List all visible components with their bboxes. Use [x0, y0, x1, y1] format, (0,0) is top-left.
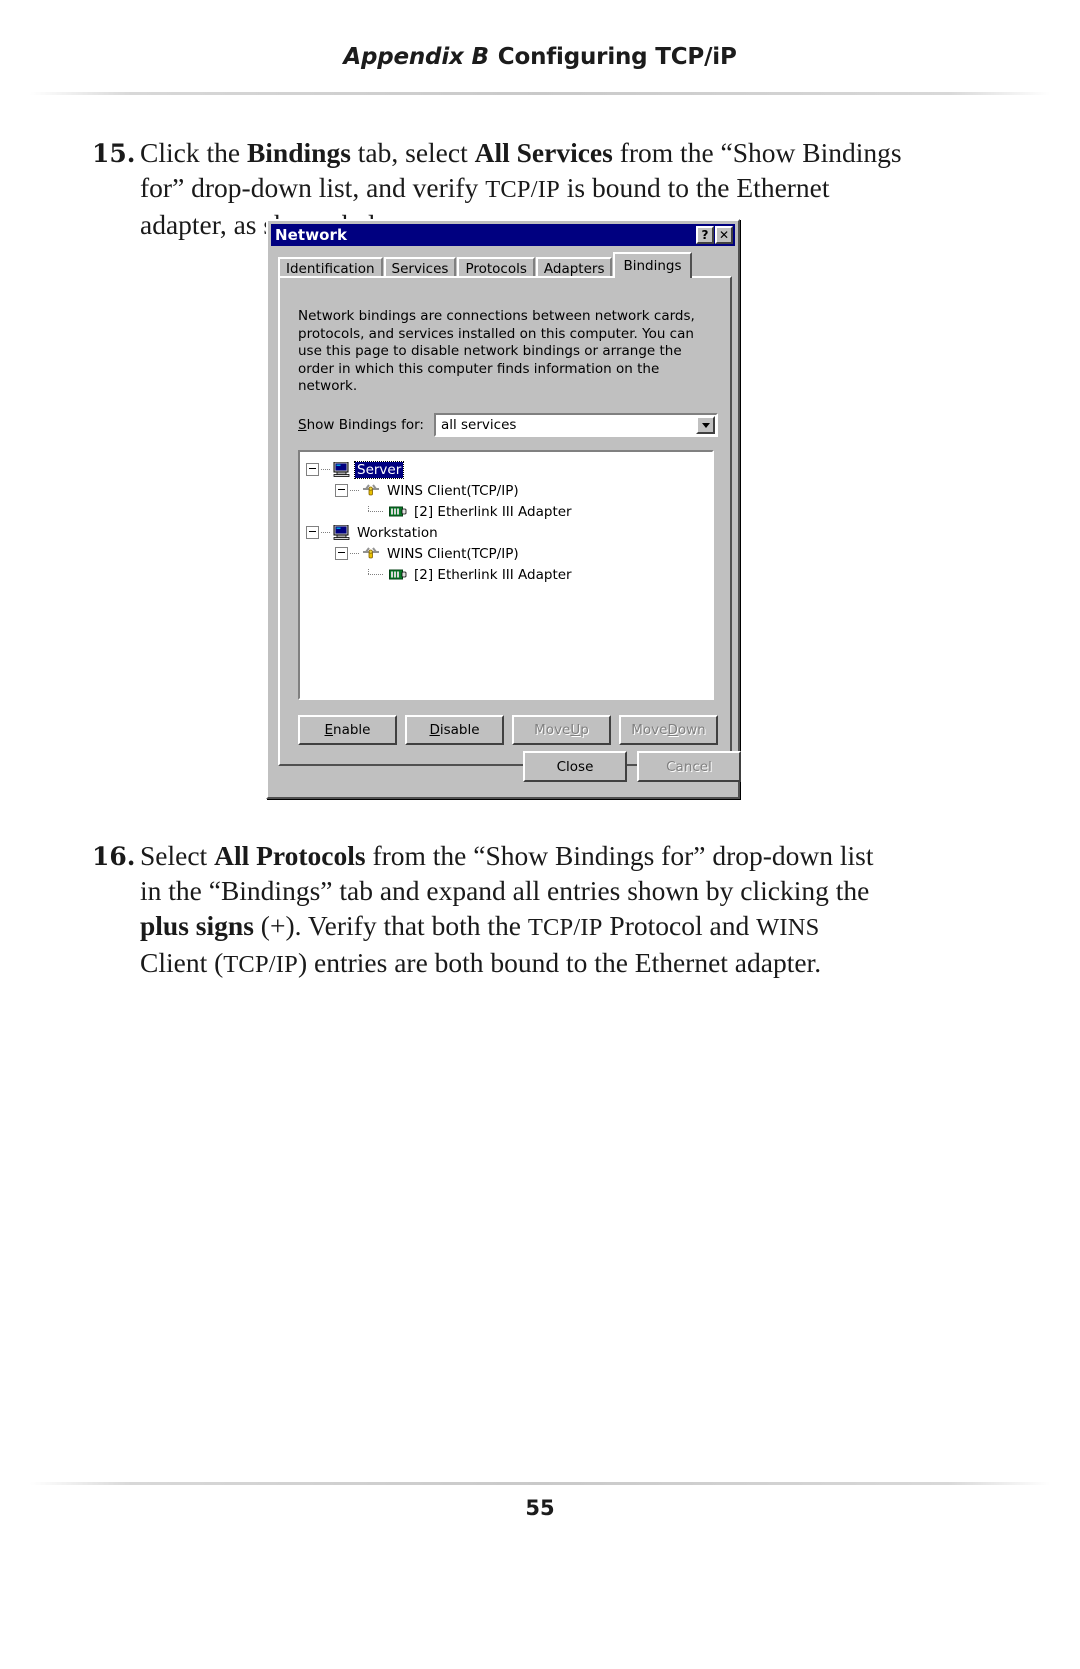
collapse-icon[interactable] [306, 463, 319, 476]
chevron-down-icon[interactable] [696, 416, 715, 434]
step-16-number: 16. [92, 842, 136, 871]
help-icon[interactable]: ? [696, 226, 714, 244]
network-dialog: Network ? ✕ Identification Services Prot… [266, 219, 741, 799]
computer-icon [333, 462, 350, 477]
tab-protocols[interactable]: Protocols [457, 257, 535, 278]
adapter-icon [389, 506, 407, 517]
tree-connector [321, 532, 331, 533]
collapse-icon[interactable] [306, 526, 319, 539]
tab-adapters[interactable]: Adapters [535, 257, 613, 278]
move-down-button-accel: D [667, 722, 678, 738]
disable-button-label: isable [439, 722, 480, 738]
show-bindings-value: all services [440, 417, 517, 433]
tree-item-label: [2] Etherlink III Adapter [414, 503, 572, 520]
move-up-button-accel: U [570, 722, 581, 738]
bindings-tab-page: Network bindings are connections between… [278, 276, 732, 766]
tree-item-wins-client-server[interactable]: WINS Client(TCP/IP) [306, 480, 712, 501]
collapse-icon[interactable] [335, 484, 348, 497]
enable-button[interactable]: Enable [298, 715, 397, 745]
tree-item-label: Server [353, 460, 405, 479]
tree-item-label: Workstation [357, 524, 438, 541]
move-down-button-pre: Move [631, 722, 668, 738]
tree-connector [350, 553, 360, 554]
page-number: 55 [525, 1496, 555, 1520]
bindings-action-buttons: Enable Disable Move Up Move Down [298, 715, 718, 745]
tree-item-server[interactable]: Server [306, 459, 712, 480]
move-up-button-label: p [580, 722, 589, 738]
tree-connector [321, 469, 331, 470]
close-button[interactable]: Close [523, 751, 627, 782]
bindings-description: Network bindings are connections between… [298, 308, 695, 394]
enable-button-label: nable [333, 722, 371, 738]
tab-bindings[interactable]: Bindings [613, 252, 692, 278]
dialog-tabstrip: Identification Services Protocols Adapte… [278, 252, 732, 278]
adapter-icon [389, 569, 407, 580]
disable-button[interactable]: Disable [405, 715, 504, 745]
close-icon[interactable]: ✕ [715, 226, 733, 244]
cancel-button[interactable]: Cancel [637, 751, 741, 782]
service-icon [363, 483, 379, 495]
tree-connector [364, 569, 387, 580]
tree-connector [364, 506, 387, 517]
tree-item-adapter-workstation[interactable]: [2] Etherlink III Adapter [306, 564, 712, 585]
running-head: Appendix B Configuring TCP/iP [0, 44, 1080, 70]
service-icon [363, 546, 379, 558]
dialog-footer-buttons: Close Cancel [523, 751, 741, 782]
page: Appendix B Configuring TCP/iP 15. Click t… [0, 0, 1080, 1669]
step-16: 16. Select All Protocols from the “Show … [92, 838, 892, 982]
step-16-text: Select All Protocols from the “Show Bind… [140, 840, 874, 978]
disable-button-accel: D [429, 722, 440, 738]
dialog-title: Network [275, 226, 348, 244]
step-15-number: 15. [92, 139, 136, 168]
header-divider [30, 92, 1050, 95]
move-down-button[interactable]: Move Down [619, 715, 718, 745]
tree-item-label: [2] Etherlink III Adapter [414, 566, 572, 583]
running-head-appendix: Appendix B [343, 44, 489, 70]
tree-item-wins-client-workstation[interactable]: WINS Client(TCP/IP) [306, 543, 712, 564]
show-bindings-row: Show Bindings for: all services [298, 413, 718, 437]
bindings-tree[interactable]: Server WINS Client(TCP/IP) [2] Etherlink… [298, 450, 714, 700]
tree-item-adapter-server[interactable]: [2] Etherlink III Adapter [306, 501, 712, 522]
tab-identification[interactable]: Identification [278, 257, 383, 278]
move-up-button[interactable]: Move Up [512, 715, 611, 745]
tree-item-workstation[interactable]: Workstation [306, 522, 712, 543]
move-down-button-label: own [677, 722, 706, 738]
dialog-titlebar[interactable]: Network ? ✕ [271, 224, 735, 246]
tree-item-label: WINS Client(TCP/IP) [387, 482, 519, 499]
collapse-icon[interactable] [335, 547, 348, 560]
show-bindings-label: Show Bindings for: [298, 417, 424, 433]
show-bindings-label-rest: how Bindings for: [306, 417, 424, 433]
tree-item-label: WINS Client(TCP/IP) [387, 545, 519, 562]
tree-connector [350, 490, 360, 491]
tab-services[interactable]: Services [383, 257, 457, 278]
enable-button-accel: E [324, 722, 334, 738]
running-head-chapter: Configuring TCP/iP [497, 44, 737, 70]
show-bindings-accel: S [298, 417, 307, 433]
move-up-button-pre: Move [534, 722, 571, 738]
computer-icon [333, 525, 350, 540]
show-bindings-select[interactable]: all services [433, 413, 718, 437]
footer-divider [30, 1482, 1050, 1485]
